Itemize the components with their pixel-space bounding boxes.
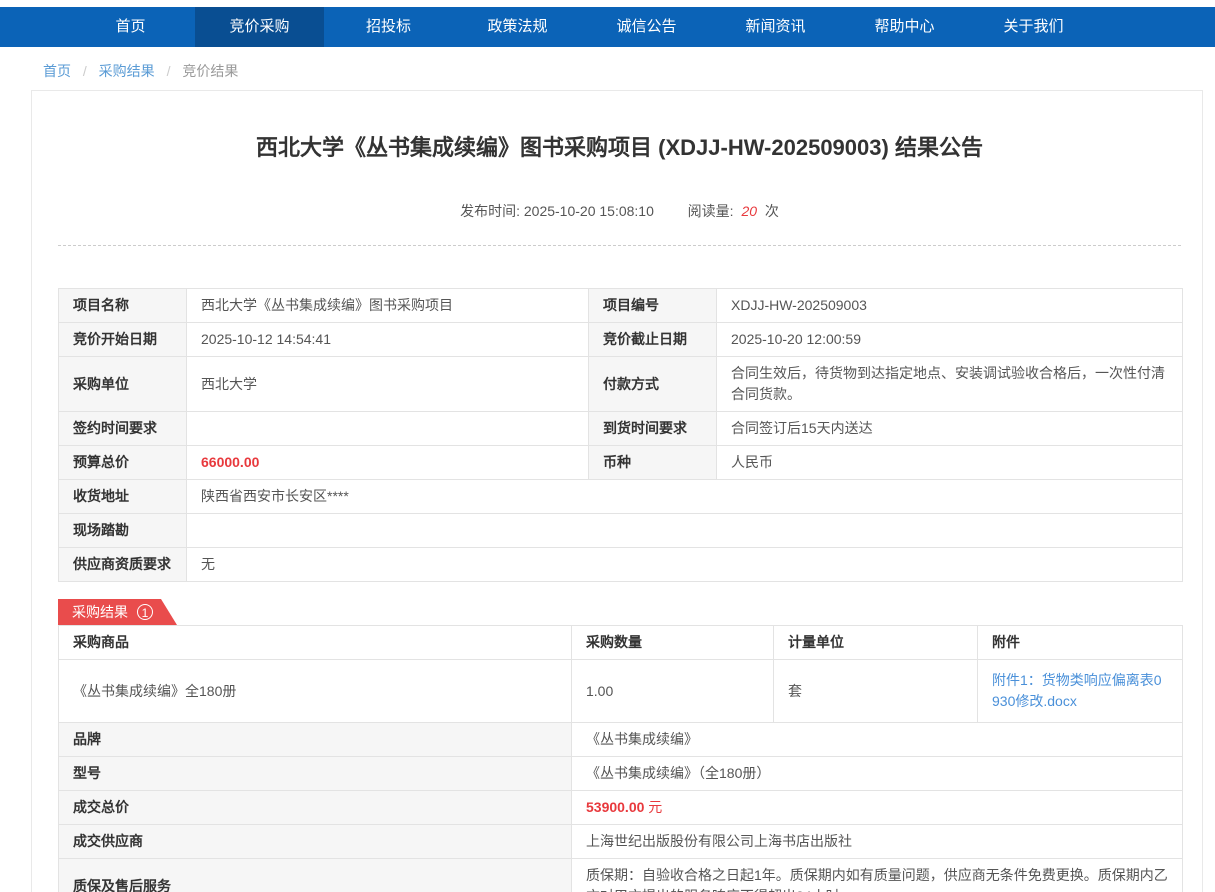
payment-method-value: 合同生效后，待货物到达指定地点、安装调试验收合格后，一次性付清合同货款。 bbox=[717, 357, 1183, 412]
table-row: 收货地址 陕西省西安市长安区**** bbox=[59, 480, 1183, 514]
table-row: 成交供应商 上海世纪出版股份有限公司上海书店出版社 bbox=[59, 825, 1183, 859]
nav-item-bidding-purchase[interactable]: 竞价采购 bbox=[195, 7, 324, 47]
nav-item-help-center[interactable]: 帮助中心 bbox=[840, 7, 969, 47]
currency-label: 币种 bbox=[589, 446, 717, 480]
table-row: 成交总价 53900.00 元 bbox=[59, 791, 1183, 825]
winning-supplier-label: 成交供应商 bbox=[59, 825, 572, 859]
delivery-address-value: 陕西省西安市长安区**** bbox=[187, 480, 1183, 514]
product-name-value: 《丛书集成续编》全180册 bbox=[59, 660, 572, 723]
page-title: 西北大学《丛书集成续编》图书采购项目 (XDJJ-HW-202509003) 结… bbox=[58, 133, 1181, 163]
product-column-header: 采购商品 bbox=[59, 626, 572, 660]
breadcrumb: 首页 / 采购结果 / 竞价结果 bbox=[43, 61, 1215, 81]
warranty-service-label: 质保及售后服务 bbox=[59, 859, 572, 892]
project-name-label: 项目名称 bbox=[59, 289, 187, 323]
views-label: 阅读量: bbox=[688, 203, 734, 219]
model-value: 《丛书集成续编》（全180册） bbox=[572, 757, 1183, 791]
publish-time-label: 发布时间: bbox=[460, 203, 520, 219]
warranty-service-value: 质保期：自验收合格之日起1年。质保期内如有质量问题，供应商无条件免费更换。质保期… bbox=[572, 859, 1183, 892]
deal-total-price-value: 53900.00 元 bbox=[572, 791, 1183, 825]
purchaser-label: 采购单位 bbox=[59, 357, 187, 412]
unit-value: 套 bbox=[774, 660, 978, 723]
delivery-time-label: 到货时间要求 bbox=[589, 412, 717, 446]
purchase-result-table: 采购商品 采购数量 计量单位 附件 《丛书集成续编》全180册 1.00 套 附… bbox=[58, 625, 1183, 892]
supplier-qualification-value: 无 bbox=[187, 548, 1183, 582]
brand-label: 品牌 bbox=[59, 723, 572, 757]
views-count: 20 bbox=[741, 203, 757, 219]
purchase-result-badge-label: 采购结果 bbox=[72, 602, 128, 622]
brand-value: 《丛书集成续编》 bbox=[572, 723, 1183, 757]
delivery-time-value: 合同签订后15天内送达 bbox=[717, 412, 1183, 446]
budget-total-value: 66000.00 bbox=[187, 446, 589, 480]
attachment-column-header: 附件 bbox=[978, 626, 1183, 660]
table-row: 供应商资质要求 无 bbox=[59, 548, 1183, 582]
result-item-row: 《丛书集成续编》全180册 1.00 套 附件1：货物类响应偏离表0930修改.… bbox=[59, 660, 1183, 723]
unit-column-header: 计量单位 bbox=[774, 626, 978, 660]
quantity-value: 1.00 bbox=[572, 660, 774, 723]
dashed-divider bbox=[58, 245, 1181, 246]
table-header-row: 采购商品 采购数量 计量单位 附件 bbox=[59, 626, 1183, 660]
table-row: 型号 《丛书集成续编》（全180册） bbox=[59, 757, 1183, 791]
model-label: 型号 bbox=[59, 757, 572, 791]
deal-price-unit: 元 bbox=[648, 799, 662, 815]
purchaser-value: 西北大学 bbox=[187, 357, 589, 412]
breadcrumb-current-page: 竞价结果 bbox=[182, 63, 238, 79]
table-row: 质保及售后服务 质保期：自验收合格之日起1年。质保期内如有质量问题，供应商无条件… bbox=[59, 859, 1183, 892]
announcement-card: 西北大学《丛书集成续编》图书采购项目 (XDJJ-HW-202509003) 结… bbox=[31, 90, 1203, 892]
result-count-badge: 1 bbox=[137, 604, 153, 620]
bid-end-label: 竞价截止日期 bbox=[589, 323, 717, 357]
winning-supplier-value: 上海世纪出版股份有限公司上海书店出版社 bbox=[572, 825, 1183, 859]
budget-total-label: 预算总价 bbox=[59, 446, 187, 480]
nav-item-tender[interactable]: 招投标 bbox=[324, 7, 453, 47]
article-meta: 发布时间: 2025-10-20 15:08:10 阅读量: 20 次 bbox=[58, 201, 1181, 221]
table-row: 竞价开始日期 2025-10-12 14:54:41 竞价截止日期 2025-1… bbox=[59, 323, 1183, 357]
site-survey-value bbox=[187, 514, 1183, 548]
purchase-result-badge: 采购结果 1 bbox=[58, 599, 177, 625]
breadcrumb-separator: / bbox=[167, 63, 171, 79]
table-row: 预算总价 66000.00 币种 人民币 bbox=[59, 446, 1183, 480]
quantity-column-header: 采购数量 bbox=[572, 626, 774, 660]
table-row: 现场踏勘 bbox=[59, 514, 1183, 548]
signing-time-value bbox=[187, 412, 589, 446]
delivery-address-label: 收货地址 bbox=[59, 480, 187, 514]
project-info-table: 项目名称 西北大学《丛书集成续编》图书采购项目 项目编号 XDJJ-HW-202… bbox=[58, 288, 1183, 582]
top-spacer bbox=[0, 0, 1215, 7]
site-survey-label: 现场踏勘 bbox=[59, 514, 187, 548]
table-row: 项目名称 西北大学《丛书集成续编》图书采购项目 项目编号 XDJJ-HW-202… bbox=[59, 289, 1183, 323]
supplier-qualification-label: 供应商资质要求 bbox=[59, 548, 187, 582]
breadcrumb-home-link[interactable]: 首页 bbox=[43, 63, 71, 79]
project-number-value: XDJJ-HW-202509003 bbox=[717, 289, 1183, 323]
nav-item-about-us[interactable]: 关于我们 bbox=[969, 7, 1098, 47]
publish-time-value: 2025-10-20 15:08:10 bbox=[524, 203, 654, 219]
breadcrumb-separator: / bbox=[83, 63, 87, 79]
currency-value: 人民币 bbox=[717, 446, 1183, 480]
nav-item-news[interactable]: 新闻资讯 bbox=[711, 7, 840, 47]
nav-item-integrity-notice[interactable]: 诚信公告 bbox=[582, 7, 711, 47]
nav-item-policy[interactable]: 政策法规 bbox=[453, 7, 582, 47]
nav-item-home[interactable]: 首页 bbox=[66, 7, 195, 47]
signing-time-label: 签约时间要求 bbox=[59, 412, 187, 446]
table-row: 品牌 《丛书集成续编》 bbox=[59, 723, 1183, 757]
table-row: 采购单位 西北大学 付款方式 合同生效后，待货物到达指定地点、安装调试验收合格后… bbox=[59, 357, 1183, 412]
views-unit: 次 bbox=[765, 203, 779, 219]
deal-price-amount: 53900.00 bbox=[586, 799, 644, 815]
deal-total-price-label: 成交总价 bbox=[59, 791, 572, 825]
bid-start-label: 竞价开始日期 bbox=[59, 323, 187, 357]
main-navigation: 首页 竞价采购 招投标 政策法规 诚信公告 新闻资讯 帮助中心 关于我们 bbox=[0, 7, 1215, 47]
table-row: 签约时间要求 到货时间要求 合同签订后15天内送达 bbox=[59, 412, 1183, 446]
attachment-download-link[interactable]: 附件1：货物类响应偏离表0930修改.docx bbox=[992, 672, 1162, 709]
project-number-label: 项目编号 bbox=[589, 289, 717, 323]
breadcrumb-purchase-results-link[interactable]: 采购结果 bbox=[99, 63, 155, 79]
project-name-value: 西北大学《丛书集成续编》图书采购项目 bbox=[187, 289, 589, 323]
bid-end-value: 2025-10-20 12:00:59 bbox=[717, 323, 1183, 357]
bid-start-value: 2025-10-12 14:54:41 bbox=[187, 323, 589, 357]
payment-method-label: 付款方式 bbox=[589, 357, 717, 412]
